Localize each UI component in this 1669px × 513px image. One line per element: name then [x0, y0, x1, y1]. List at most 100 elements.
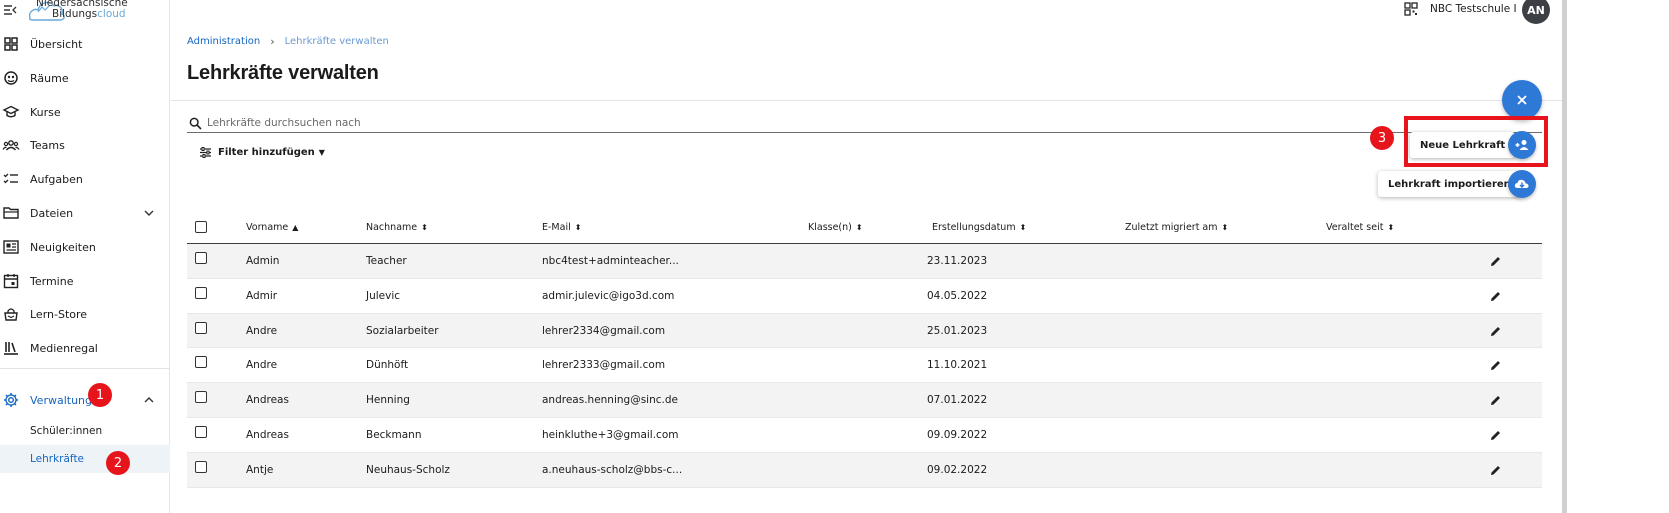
sort-icon: ⬍ — [421, 223, 428, 232]
row-checkbox[interactable] — [195, 252, 207, 264]
sidebar-item-dateien[interactable]: Dateien — [0, 197, 170, 229]
school-switcher[interactable]: NBC Testschule I — [1404, 2, 1517, 16]
sidebar-item-label: Neuigkeiten — [30, 240, 96, 254]
row-checkbox[interactable] — [195, 286, 207, 299]
cell-nachname: Dünhöft — [366, 359, 409, 372]
teams-icon — [2, 140, 20, 151]
cell-nachname: Beckmann — [366, 428, 422, 441]
sidebar-item-verwaltung[interactable]: Verwaltung — [0, 384, 170, 416]
row-checkbox[interactable] — [195, 391, 207, 404]
sidebar-item-lern-store[interactable]: Lern-Store — [0, 298, 170, 330]
menu-collapse-icon[interactable] — [3, 3, 17, 17]
dashboard-icon — [4, 37, 18, 51]
sidebar-item-label: Medienregal — [30, 341, 98, 355]
column-header-nachname[interactable]: Nachname ⬍ — [366, 222, 428, 233]
row-checkbox[interactable] — [195, 425, 207, 438]
cell-nachname: Julevic — [366, 289, 401, 302]
caret-down-icon: ▼ — [318, 148, 325, 157]
edit-pencil-icon[interactable] — [1489, 255, 1502, 268]
cell-nachname: Henning — [366, 394, 410, 407]
column-header-zuletzt-migriert[interactable]: Zuletzt migriert am ⬍ — [1125, 222, 1228, 233]
cloud-download-icon — [1514, 179, 1529, 188]
column-header-label: Zuletzt migriert am — [1125, 222, 1218, 233]
cell-email: andreas.henning@sinc.de — [542, 394, 678, 407]
cell-vorname: Andre — [246, 324, 278, 337]
sidebar-subitem-label: Lehrkräfte — [30, 453, 85, 465]
search-field[interactable] — [187, 115, 1542, 133]
sort-icon: ⬍ — [1387, 223, 1395, 232]
edit-pencil-icon[interactable] — [1489, 359, 1502, 372]
column-header-label: Vorname — [246, 222, 289, 233]
cell-erstellungsdatum: 23.11.2023 — [927, 255, 988, 267]
table-row: Antje Neuhaus-Scholz a.neuhaus-scholz@bb… — [187, 452, 1542, 488]
avatar[interactable]: AN — [1522, 0, 1550, 24]
edit-pencil-icon[interactable] — [1489, 394, 1502, 407]
filter-add-button[interactable]: Filter hinzufügen ▼ — [199, 146, 325, 159]
filter-add-label: Filter hinzufügen — [218, 147, 315, 158]
close-icon — [1517, 95, 1527, 105]
chevron-down-icon[interactable] — [142, 206, 156, 220]
cell-email: lehrer2334@gmail.com — [542, 324, 666, 337]
column-header-vorname[interactable]: Vorname ▲ — [246, 222, 298, 233]
sidebar-item-neuigkeiten[interactable]: Neuigkeiten — [0, 231, 170, 263]
column-header-klassen[interactable]: Klasse(n) ⬍ — [808, 222, 863, 233]
column-header-veraltet-seit[interactable]: Veraltet seit ⬍ — [1326, 222, 1394, 233]
import-teacher-label[interactable]: Lehrkraft importieren — [1378, 171, 1521, 197]
cell-vorname: Antje — [246, 463, 274, 476]
sidebar-divider — [0, 368, 170, 369]
gear-icon — [4, 393, 18, 407]
edit-pencil-icon[interactable] — [1489, 429, 1502, 442]
tasks-icon — [3, 173, 18, 184]
sidebar-item-aufgaben[interactable]: Aufgaben — [0, 163, 170, 195]
table-row: Admir Julevic admir.julevic@igo3d.com 04… — [187, 279, 1542, 314]
scrollbar[interactable] — [1562, 0, 1567, 513]
edit-pencil-icon[interactable] — [1489, 325, 1502, 338]
table-row: Andreas Beckmann heinkluthe+3@gmail.com … — [187, 418, 1542, 453]
sort-icon: ⬍ — [1019, 223, 1027, 232]
sidebar-item-label: Aufgaben — [30, 172, 83, 186]
breadcrumb-separator-icon: › — [270, 35, 275, 48]
sidebar-item-uebersicht[interactable]: Übersicht — [0, 28, 170, 60]
column-header-label: Veraltet seit — [1326, 222, 1384, 233]
chevron-up-icon[interactable] — [142, 393, 156, 407]
search-input[interactable] — [207, 117, 1207, 129]
column-header-label: Erstellungsdatum — [932, 222, 1016, 233]
edit-pencil-icon[interactable] — [1489, 290, 1502, 303]
sidebar-subitem-lehrkraefte[interactable]: Lehrkräfte — [0, 445, 170, 473]
cell-vorname: Admin — [246, 255, 280, 267]
cell-erstellungsdatum: 25.01.2023 — [927, 324, 988, 337]
column-header-erstellungsdatum[interactable]: Erstellungsdatum ⬍ — [932, 222, 1026, 233]
sidebar-item-termine[interactable]: Termine — [0, 265, 170, 297]
column-header-email[interactable]: E-Mail ⬍ — [542, 222, 581, 233]
row-checkbox[interactable] — [195, 356, 207, 369]
sidebar-item-raeume[interactable]: Räume — [0, 62, 170, 94]
sidebar-item-medienregal[interactable]: Medienregal — [0, 332, 170, 364]
table-row: Admin Teacher nbc4test+adminteacher... 2… — [187, 244, 1542, 279]
media-shelf-icon — [4, 342, 18, 355]
school-name: NBC Testschule I — [1430, 3, 1517, 15]
sidebar-subitem-schueler[interactable]: Schüler:innen — [0, 417, 170, 445]
news-icon — [3, 240, 19, 254]
sort-ascending-icon: ▲ — [292, 223, 299, 232]
import-teacher-button[interactable] — [1508, 170, 1536, 198]
cell-vorname: Andreas — [246, 394, 289, 407]
cell-erstellungsdatum: 09.02.2022 — [927, 463, 988, 476]
logo-line2b: cloud — [97, 8, 126, 20]
teachers-table: Vorname ▲ Nachname ⬍ E-Mail ⬍ Klasse(n) ⬍ Er… — [187, 212, 1542, 488]
cell-email: lehrer2333@gmail.com — [542, 359, 666, 372]
sidebar-subitem-label: Schüler:innen — [30, 425, 103, 437]
fab-close-button[interactable] — [1502, 80, 1542, 120]
row-checkbox[interactable] — [195, 321, 207, 334]
row-checkbox[interactable] — [195, 460, 207, 473]
annotation-badge-2: 2 — [106, 451, 130, 475]
page-title: Lehrkräfte verwalten — [187, 62, 379, 84]
cell-nachname: Sozialarbeiter — [366, 324, 439, 337]
search-icon — [189, 117, 202, 130]
sidebar-item-kurse[interactable]: Kurse — [0, 96, 170, 128]
select-all-checkbox[interactable] — [195, 221, 207, 233]
sidebar-item-label: Lern-Store — [30, 307, 88, 321]
annotation-highlight-box — [1404, 116, 1548, 167]
breadcrumb-administration[interactable]: Administration — [187, 36, 260, 47]
edit-pencil-icon[interactable] — [1489, 464, 1502, 477]
sidebar-item-teams[interactable]: Teams — [0, 129, 170, 161]
